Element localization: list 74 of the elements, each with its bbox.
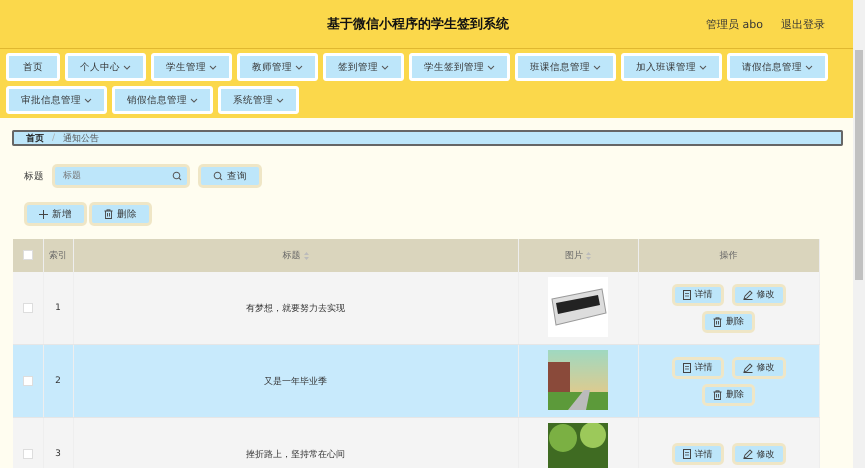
title-search-field[interactable]: 标题 bbox=[52, 164, 190, 188]
document-icon bbox=[682, 290, 690, 300]
add-button[interactable]: 新增 bbox=[24, 202, 87, 226]
nav-menu-item[interactable]: 首页 bbox=[6, 53, 60, 81]
app-title: 基于微信小程序的学生签到系统 bbox=[326, 16, 510, 33]
details-button[interactable]: 详情 bbox=[672, 284, 724, 306]
caret-icon bbox=[84, 98, 92, 102]
table-cell: 挫折路上，坚持常在心间 bbox=[246, 450, 345, 460]
table-cell: 有梦想，就要努力去实现 bbox=[246, 304, 345, 314]
user-label: 管理员 abo bbox=[706, 16, 763, 32]
table-cell: 3 bbox=[55, 449, 61, 459]
column-header[interactable]: 标题 bbox=[282, 251, 300, 261]
row-checkbox[interactable] bbox=[22, 302, 33, 313]
nav-menu-item[interactable]: 请假信息管理 bbox=[727, 53, 828, 81]
caret-icon bbox=[190, 98, 198, 102]
details-button[interactable]: 详情 bbox=[672, 443, 724, 465]
nav-menu-item[interactable]: 加入班课管理 bbox=[621, 53, 722, 81]
nav-menu-item[interactable]: 签到管理 bbox=[323, 53, 404, 81]
table-cell: 1 bbox=[55, 303, 61, 313]
caret-icon bbox=[295, 64, 303, 70]
nav-menu-item[interactable]: 教师管理 bbox=[237, 53, 318, 81]
nav-menu-item[interactable]: 审批信息管理 bbox=[6, 86, 107, 114]
edit-button[interactable]: 修改 bbox=[732, 284, 786, 306]
logout-link[interactable]: 退出登录 bbox=[781, 16, 825, 32]
breadcrumb-item: 通知公告 bbox=[63, 132, 100, 144]
caret-icon bbox=[805, 64, 813, 70]
sort-icon[interactable] bbox=[586, 252, 591, 260]
column-header: 索引 bbox=[49, 251, 67, 261]
sort-icon[interactable] bbox=[304, 252, 308, 260]
table-cell: 又是一年毕业季 bbox=[264, 376, 327, 386]
trash-icon bbox=[713, 316, 722, 326]
details-button[interactable]: 详情 bbox=[672, 356, 724, 378]
scrollbar[interactable] bbox=[853, 0, 865, 468]
select-all-checkbox[interactable] bbox=[22, 250, 33, 260]
nav-menu-item[interactable]: 系统管理 bbox=[218, 86, 299, 114]
delete-button[interactable]: 删除 bbox=[89, 202, 152, 226]
edit-button[interactable]: 修改 bbox=[732, 356, 786, 378]
nav-menu-item[interactable]: 个人中心 bbox=[65, 53, 146, 81]
breadcrumb-separator: / bbox=[52, 133, 56, 143]
caret-icon bbox=[699, 64, 707, 70]
nav-menu-item[interactable]: 学生管理 bbox=[151, 53, 232, 81]
search-icon bbox=[213, 171, 223, 181]
caret-icon bbox=[209, 64, 217, 70]
nav-menu-item[interactable]: 销假信息管理 bbox=[112, 86, 213, 114]
document-icon bbox=[682, 449, 690, 459]
nav-menu-item[interactable]: 班课信息管理 bbox=[515, 53, 616, 81]
row-checkbox[interactable] bbox=[22, 448, 33, 459]
pencil-icon bbox=[742, 362, 752, 372]
pencil-icon bbox=[742, 449, 752, 459]
caret-icon bbox=[276, 98, 284, 102]
breadcrumb-item[interactable]: 首页 bbox=[26, 132, 44, 144]
query-button[interactable]: 查询 bbox=[198, 164, 262, 188]
document-icon bbox=[682, 362, 690, 372]
caret-icon bbox=[381, 64, 389, 70]
trash-icon bbox=[104, 209, 113, 219]
nav-menu-item[interactable]: 学生签到管理 bbox=[409, 53, 510, 81]
caret-icon bbox=[123, 64, 131, 70]
column-header: 操作 bbox=[720, 251, 738, 261]
caret-icon bbox=[487, 64, 495, 70]
pencil-icon bbox=[742, 290, 752, 300]
column-header[interactable]: 图片 bbox=[565, 251, 583, 261]
edit-button[interactable]: 修改 bbox=[732, 443, 786, 465]
delete-button[interactable]: 删除 bbox=[702, 384, 755, 406]
trees-photo bbox=[548, 422, 608, 468]
newspaper-picture bbox=[548, 276, 608, 336]
caret-icon bbox=[593, 64, 601, 70]
table-cell: 2 bbox=[55, 376, 61, 386]
plus-icon bbox=[39, 210, 48, 218]
search-icon bbox=[172, 171, 182, 181]
campus-photo bbox=[548, 350, 608, 410]
trash-icon bbox=[713, 390, 722, 400]
search-label: 标题 bbox=[24, 170, 44, 182]
row-checkbox[interactable] bbox=[22, 376, 33, 386]
delete-button[interactable]: 删除 bbox=[702, 310, 755, 332]
